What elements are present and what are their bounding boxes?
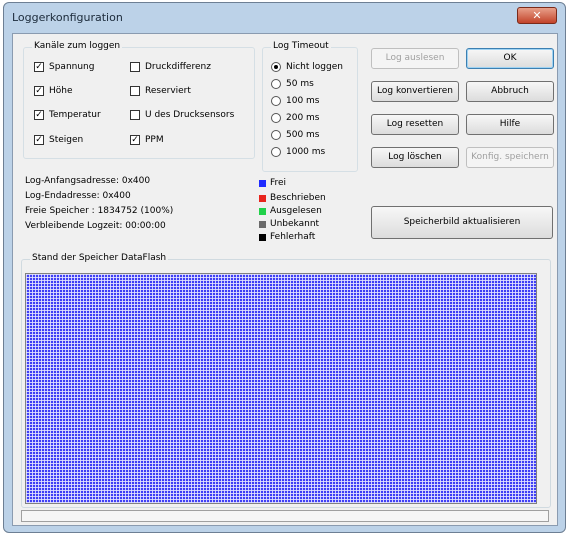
checkbox-box[interactable]: ✓ xyxy=(34,62,44,72)
channel-label: U des Drucksensors xyxy=(145,110,235,120)
radio-button[interactable] xyxy=(271,130,281,140)
window-title: Loggerkonfiguration xyxy=(12,11,123,24)
log-auslesen-button[interactable]: Log auslesen xyxy=(371,48,459,69)
timeout-option-label: 200 ms xyxy=(286,113,320,123)
timeout-option-nicht-loggen[interactable]: Nicht loggen xyxy=(271,62,343,72)
channel-steigen-checkbox[interactable]: ✓ Steigen xyxy=(34,135,83,145)
channel-label: Spannung xyxy=(49,62,95,72)
checkbox-box[interactable]: ✓ xyxy=(130,135,140,145)
title-bar[interactable]: Loggerkonfiguration ✕ xyxy=(4,3,565,31)
log-timeout-group-title: Log Timeout xyxy=(271,41,331,51)
channel-ppm-checkbox[interactable]: ✓ PPM xyxy=(130,135,164,145)
channel-label: Reserviert xyxy=(145,86,191,96)
legend-swatch xyxy=(259,207,266,215)
channel-label: Höhe xyxy=(49,86,73,96)
channel-label: Druckdifferenz xyxy=(145,62,211,72)
timeout-option-label: 1000 ms xyxy=(286,147,326,157)
timeout-option-label: Nicht loggen xyxy=(286,62,343,72)
channel-label: Temperatur xyxy=(49,110,101,120)
channel-spannung-checkbox[interactable]: ✓ Spannung xyxy=(34,62,94,72)
checkbox-box[interactable] xyxy=(130,86,140,96)
speicherbild-aktualisieren-button[interactable]: Speicherbild aktualisieren xyxy=(371,206,553,239)
verbleibende-logzeit-text: Verbleibende Logzeit: 00:00:00 xyxy=(25,221,166,231)
legend-unbekannt: Unbekannt xyxy=(259,219,319,229)
checkbox-box[interactable]: ✓ xyxy=(34,110,44,120)
timeout-option-100ms[interactable]: 100 ms xyxy=(271,96,320,106)
radio-button[interactable] xyxy=(271,147,281,157)
radio-selected-dot xyxy=(274,65,278,69)
channel-reserviert-checkbox[interactable]: Reserviert xyxy=(130,86,191,96)
legend-swatch xyxy=(259,194,266,202)
close-button[interactable]: ✕ xyxy=(517,7,557,24)
log-timeout-group: Log Timeout Nicht loggen 50 ms 100 ms 20… xyxy=(262,41,358,172)
legend-label: Frei xyxy=(270,178,287,188)
checkbox-box[interactable] xyxy=(130,62,140,72)
radio-button[interactable] xyxy=(271,113,281,123)
legend-label: Unbekannt xyxy=(270,219,320,229)
channel-temperatur-checkbox[interactable]: ✓ Temperatur xyxy=(34,110,101,120)
legend-label: Ausgelesen xyxy=(270,206,322,216)
channel-label: PPM xyxy=(145,135,164,145)
checkbox-box[interactable]: ✓ xyxy=(34,135,44,145)
legend-swatch xyxy=(259,233,266,241)
dialog-client-area: Kanäle zum loggen ✓ Spannung Druckdiffer… xyxy=(12,33,558,526)
timeout-option-label: 500 ms xyxy=(286,130,320,140)
hilfe-button[interactable]: Hilfe xyxy=(466,114,554,135)
legend-frei: Frei xyxy=(259,178,286,188)
logger-config-window: Loggerkonfiguration ✕ Kanäle zum loggen … xyxy=(3,2,566,533)
konfig-speichern-button[interactable]: Konfig. speichern xyxy=(466,147,554,168)
checkbox-box[interactable]: ✓ xyxy=(34,86,44,96)
legend-swatch xyxy=(259,179,266,187)
ok-button[interactable]: OK xyxy=(466,48,554,69)
channel-druckdifferenz-checkbox[interactable]: Druckdifferenz xyxy=(130,62,211,72)
radio-button[interactable] xyxy=(271,62,281,72)
channel-label: Steigen xyxy=(49,135,84,145)
log-resetten-button[interactable]: Log resetten xyxy=(371,114,459,135)
memory-map-grid xyxy=(25,273,537,504)
timeout-option-1000ms[interactable]: 1000 ms xyxy=(271,147,325,157)
log-loeschen-button[interactable]: Log löschen xyxy=(371,147,459,168)
abbruch-button[interactable]: Abbruch xyxy=(466,81,554,102)
channel-udrucksensor-checkbox[interactable]: U des Drucksensors xyxy=(130,110,234,120)
log-anfangsadresse-text: Log-Anfangsadresse: 0x400 xyxy=(25,176,151,186)
channels-group-title: Kanäle zum loggen xyxy=(32,41,123,51)
timeout-option-200ms[interactable]: 200 ms xyxy=(271,113,320,123)
log-endadresse-text: Log-Endadresse: 0x400 xyxy=(25,191,131,201)
legend-beschrieben: Beschrieben xyxy=(259,193,326,203)
legend-label: Beschrieben xyxy=(270,193,326,203)
timeout-option-label: 100 ms xyxy=(286,96,320,106)
legend-label: Fehlerhaft xyxy=(270,232,316,242)
memory-map-group-title: Stand der Speicher DataFlash xyxy=(30,253,169,263)
legend-ausgelesen: Ausgelesen xyxy=(259,206,322,216)
freie-speicher-text: Freie Speicher : 1834752 (100%) xyxy=(25,206,174,216)
log-konvertieren-button[interactable]: Log konvertieren xyxy=(371,81,459,102)
legend-fehlerhaft: Fehlerhaft xyxy=(259,232,315,242)
channels-group: Kanäle zum loggen ✓ Spannung Druckdiffer… xyxy=(23,41,255,159)
radio-button[interactable] xyxy=(271,79,281,89)
legend-swatch xyxy=(259,220,266,228)
checkbox-box[interactable] xyxy=(130,110,140,120)
timeout-option-label: 50 ms xyxy=(286,79,314,89)
timeout-option-500ms[interactable]: 500 ms xyxy=(271,130,320,140)
channel-hoehe-checkbox[interactable]: ✓ Höhe xyxy=(34,86,73,96)
status-bar xyxy=(21,510,549,522)
radio-button[interactable] xyxy=(271,96,281,106)
timeout-option-50ms[interactable]: 50 ms xyxy=(271,79,314,89)
